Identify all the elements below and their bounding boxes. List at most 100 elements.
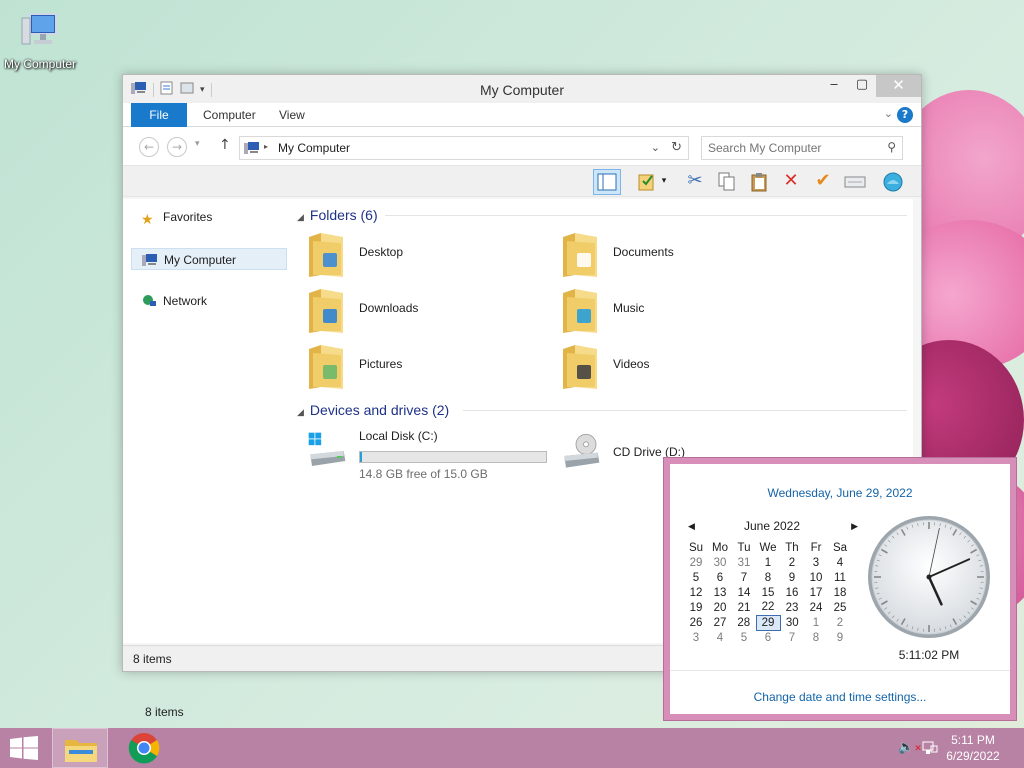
calendar-day[interactable]: 14 [732,585,756,600]
nav-my-computer-label: My Computer [164,253,237,267]
long-date-link[interactable]: Wednesday, June 29, 2022 [670,486,1010,500]
calendar-day[interactable]: 9 [780,570,804,585]
change-date-time-settings-link[interactable]: Change date and time settings... [670,690,1010,704]
drive-c[interactable]: Local Disk (C:) 14.8 GB free of 15.0 GB [307,427,547,481]
search-box[interactable]: ⚲ [701,136,903,160]
desktop-icon-my-computer[interactable]: My Computer [0,8,80,71]
calendar-day[interactable]: 3 [804,555,828,570]
calendar-day[interactable]: 15 [756,585,780,600]
calendar-day[interactable]: 26 [684,615,708,630]
calendar-day[interactable]: 3 [684,630,708,645]
folder-item[interactable]: Downloads [307,287,547,335]
folder-item[interactable]: Pictures [307,343,547,391]
close-button[interactable]: ✕ [876,75,921,97]
breadcrumb-chevron-icon[interactable]: ▸ [264,142,268,151]
folder-item[interactable]: Music [561,287,801,335]
up-button[interactable]: ↑ [219,137,231,153]
maximize-button[interactable]: ▢ [848,75,876,97]
cut-icon[interactable]: ✂ [681,169,709,195]
map-drive-icon[interactable] [841,169,869,195]
calendar-day[interactable]: 5 [732,630,756,645]
back-button[interactable]: ← [139,137,159,157]
volume-muted-icon[interactable]: 🔈✕ [898,740,922,755]
folder-item[interactable]: Videos [561,343,801,391]
calendar-day[interactable]: 27 [708,615,732,630]
calendar-day[interactable]: 28 [732,615,756,630]
calendar-day[interactable]: 18 [828,585,852,600]
taskbar-date: 6/29/2022 [946,749,1000,763]
search-icon[interactable]: ⚲ [887,140,896,154]
nav-favorites[interactable]: ★ Favorites [131,206,287,228]
taskbar-file-explorer[interactable] [52,728,108,768]
calendar-day[interactable]: 30 [780,615,804,630]
help-icon[interactable]: ? [897,107,913,123]
calendar-day[interactable]: 31 [732,555,756,570]
paste-icon[interactable] [745,169,773,195]
calendar-day[interactable]: 1 [804,615,828,630]
folder-item[interactable]: Documents [561,231,801,279]
folder-item[interactable]: Desktop [307,231,547,279]
calendar-day[interactable]: 13 [708,585,732,600]
calendar-day[interactable]: 29 [684,555,708,570]
calendar-day[interactable]: 9 [828,630,852,645]
calendar-day[interactable]: 6 [756,630,780,645]
minimize-button[interactable]: ‒ [820,75,848,97]
folders-group-header[interactable]: ◢ Folders (6) [297,207,378,223]
calendar-month-label[interactable]: June 2022 [744,519,800,533]
taskbar-chrome[interactable] [116,728,172,768]
calendar-day[interactable]: 21 [732,600,756,615]
title-bar: ▾ My Computer ‒ ▢ ✕ [123,75,921,103]
calendar-day[interactable]: 10 [804,570,828,585]
calendar-day[interactable]: 6 [708,570,732,585]
properties-dropdown-icon[interactable]: ▾ [657,169,671,195]
nav-my-computer[interactable]: My Computer [131,248,287,270]
previous-month-icon[interactable]: ◀ [688,516,695,536]
rename-icon[interactable]: ✔ [809,169,837,195]
copy-icon[interactable] [713,169,741,195]
calendar-day[interactable]: 7 [732,570,756,585]
calendar-day[interactable]: 17 [804,585,828,600]
calendar-day[interactable]: 19 [684,600,708,615]
item-count-inline: 8 items [145,705,184,719]
calendar-day[interactable]: 8 [804,630,828,645]
calendar-day[interactable]: 4 [708,630,732,645]
calendar-day[interactable]: 29 [755,614,781,631]
next-month-icon[interactable]: ▶ [851,516,858,536]
calendar-day[interactable]: 2 [780,555,804,570]
forward-button[interactable]: → [167,137,187,157]
expand-ribbon-icon[interactable]: ⌄ [884,107,893,120]
tab-computer[interactable]: Computer [189,103,270,127]
address-bar[interactable]: ▸ My Computer ⌄ ↻ [239,136,689,160]
network-tray-icon[interactable] [922,740,938,760]
calendar-day[interactable]: 1 [756,555,780,570]
search-input[interactable] [708,141,878,155]
recent-locations-icon[interactable]: ▾ [195,139,200,149]
tab-file[interactable]: File [131,103,187,127]
preview-pane-button[interactable] [593,169,621,195]
weekday-label: Mo [712,541,728,554]
calendar-day[interactable]: 30 [708,555,732,570]
refresh-icon[interactable]: ↻ [671,140,682,155]
calendar-day[interactable]: 20 [708,600,732,615]
address-dropdown-icon[interactable]: ⌄ [651,141,660,154]
calendar-day[interactable]: 11 [828,570,852,585]
devices-group-header[interactable]: ◢ Devices and drives (2) [297,402,449,418]
calendar-day[interactable]: 22 [756,600,780,615]
tab-view[interactable]: View [265,103,319,127]
taskbar-clock[interactable]: 5:11 PM 6/29/2022 [938,732,1008,764]
calendar-day[interactable]: 4 [828,555,852,570]
calendar-day[interactable]: 23 [780,600,804,615]
ribbon-tabs: File Computer View ⌄ ? [123,103,921,127]
start-button[interactable] [10,736,38,760]
calendar-day[interactable]: 12 [684,585,708,600]
system-properties-icon[interactable] [879,169,907,195]
calendar-day[interactable]: 25 [828,600,852,615]
delete-icon[interactable]: ✕ [777,169,805,195]
calendar-day[interactable]: 24 [804,600,828,615]
calendar-day[interactable]: 8 [756,570,780,585]
nav-network[interactable]: Network [131,290,287,312]
calendar-day[interactable]: 5 [684,570,708,585]
calendar-day[interactable]: 7 [780,630,804,645]
calendar-day[interactable]: 16 [780,585,804,600]
calendar-day[interactable]: 2 [828,615,852,630]
